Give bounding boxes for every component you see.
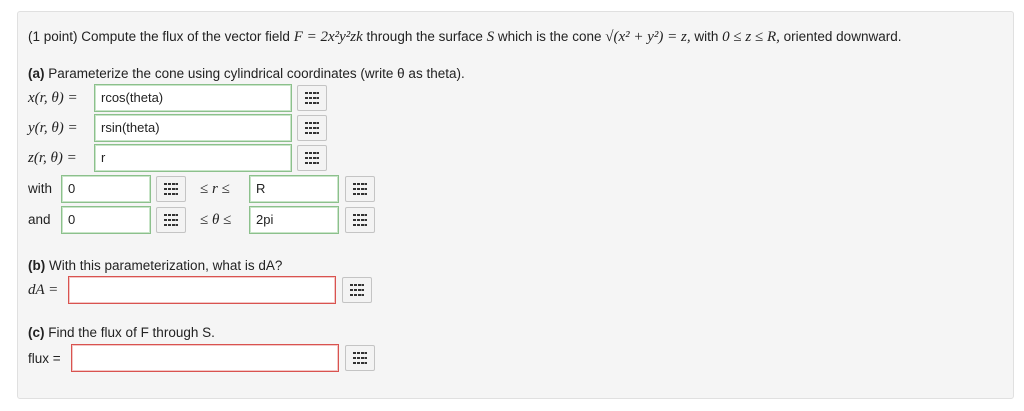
part-a-heading: (a) Parameterize the cone using cylindri… bbox=[28, 66, 465, 81]
part-a-marker: (a) bbox=[28, 66, 45, 81]
with-label: with bbox=[28, 181, 53, 196]
equation-editor-grid-icon bbox=[164, 214, 178, 226]
theta-min-input[interactable]: 0 bbox=[61, 206, 151, 234]
equation-editor-grid-icon bbox=[353, 183, 367, 195]
dA-input[interactable] bbox=[68, 276, 336, 304]
statement-text-d: with bbox=[694, 29, 719, 44]
part-b-marker: (b) bbox=[28, 258, 46, 273]
problem-statement: (1 point) Compute the flux of the vector… bbox=[28, 29, 901, 46]
z-range: 0 ≤ z ≤ R, bbox=[722, 29, 780, 45]
points-label: (1 point) bbox=[28, 29, 78, 44]
z-input[interactable]: r bbox=[94, 144, 292, 172]
statement-text-a: Compute the flux of the vector field bbox=[81, 29, 290, 44]
equation-editor-grid-icon bbox=[353, 214, 367, 226]
statement-text-e: oriented downward. bbox=[783, 29, 902, 44]
surface-symbol: S bbox=[486, 29, 495, 45]
equation-editor-grid-icon bbox=[164, 183, 178, 195]
part-c-marker: (c) bbox=[28, 325, 45, 340]
part-c-heading: (c) Find the flux of F through S. bbox=[28, 325, 215, 340]
x-label: x(r, θ) = bbox=[28, 90, 78, 106]
statement-text-b: through the surface bbox=[366, 29, 483, 44]
r-min-input[interactable]: 0 bbox=[61, 175, 151, 203]
x-palette-button[interactable] bbox=[297, 85, 327, 111]
y-palette-button[interactable] bbox=[297, 115, 327, 141]
part-b-text: With this parameterization, what is dA? bbox=[49, 258, 283, 273]
dA-label: dA = bbox=[28, 282, 59, 298]
statement-text-c: which is the cone bbox=[497, 29, 602, 44]
dA-palette-button[interactable] bbox=[342, 277, 372, 303]
vector-field-definition: F = 2x²y²zk bbox=[293, 29, 363, 45]
flux-label: flux = bbox=[28, 351, 61, 366]
y-input[interactable]: rsin(theta) bbox=[94, 114, 292, 142]
x-input[interactable]: rcos(theta) bbox=[94, 84, 292, 112]
cone-equation: √(x² + y²) = z, bbox=[605, 29, 691, 45]
theta-max-palette-button[interactable] bbox=[345, 207, 375, 233]
theta-max-input[interactable]: 2pi bbox=[249, 206, 339, 234]
z-label: z(r, θ) = bbox=[28, 150, 77, 166]
problem-panel: (1 point) Compute the flux of the vector… bbox=[17, 11, 1014, 399]
y-label: y(r, θ) = bbox=[28, 120, 78, 136]
equation-editor-grid-icon bbox=[350, 284, 364, 296]
z-palette-button[interactable] bbox=[297, 145, 327, 171]
and-label: and bbox=[28, 212, 51, 227]
flux-palette-button[interactable] bbox=[345, 345, 375, 371]
r-min-palette-button[interactable] bbox=[156, 176, 186, 202]
part-b-heading: (b) With this parameterization, what is … bbox=[28, 258, 282, 273]
r-max-input[interactable]: R bbox=[249, 175, 339, 203]
equation-editor-grid-icon bbox=[305, 92, 319, 104]
part-c-text: Find the flux of F through S. bbox=[48, 325, 215, 340]
equation-editor-grid-icon bbox=[305, 122, 319, 134]
theta-min-palette-button[interactable] bbox=[156, 207, 186, 233]
equation-editor-grid-icon bbox=[305, 152, 319, 164]
r-max-palette-button[interactable] bbox=[345, 176, 375, 202]
part-a-text: Parameterize the cone using cylindrical … bbox=[48, 66, 465, 81]
flux-input[interactable] bbox=[71, 344, 339, 372]
theta-inequality: ≤ θ ≤ bbox=[200, 212, 232, 228]
r-inequality: ≤ r ≤ bbox=[200, 181, 230, 197]
equation-editor-grid-icon bbox=[353, 352, 367, 364]
